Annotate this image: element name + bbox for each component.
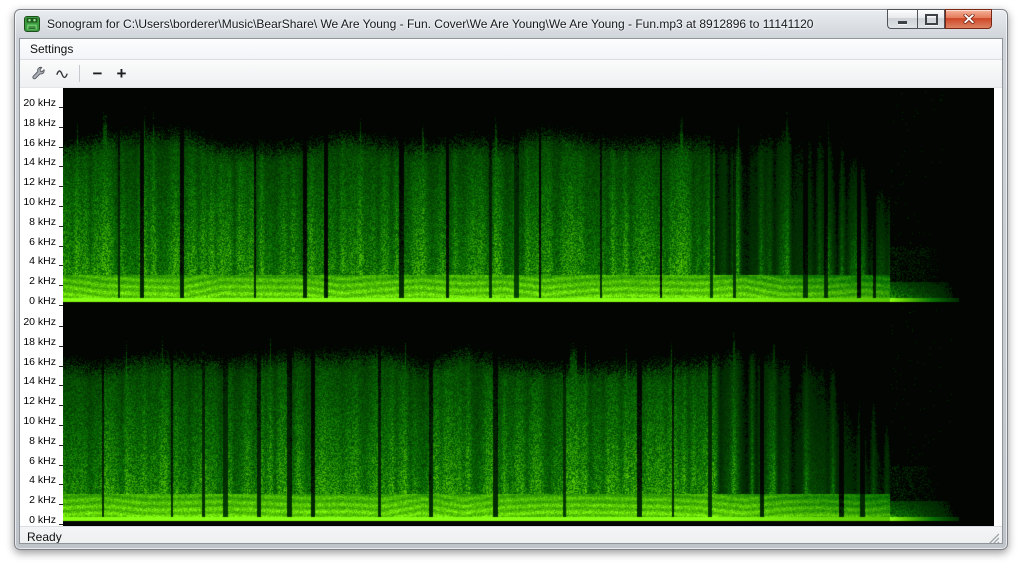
freq-tick-label: 18 kHz bbox=[23, 116, 56, 129]
app-window: Sonogram for C:\Users\borderer\Music\Bea… bbox=[14, 9, 1008, 550]
freq-tick-label: 16 kHz bbox=[23, 355, 56, 368]
status-bar: Ready bbox=[20, 526, 1002, 544]
freq-tick-label: 14 kHz bbox=[23, 375, 56, 388]
close-icon bbox=[963, 14, 974, 24]
freq-tick bbox=[59, 365, 63, 367]
maximize-button[interactable] bbox=[917, 9, 945, 29]
freq-tick-label: 12 kHz bbox=[23, 176, 56, 189]
spectrogram-canvas bbox=[63, 88, 994, 526]
wrench-icon bbox=[32, 66, 45, 80]
minimize-button[interactable] bbox=[887, 9, 917, 29]
freq-tick-label: 4 kHz bbox=[29, 255, 56, 268]
freq-tick-label: 16 kHz bbox=[23, 136, 56, 149]
freq-tick bbox=[59, 425, 63, 426]
zoom-in-button[interactable]: + bbox=[110, 63, 133, 85]
minus-icon: − bbox=[92, 64, 103, 83]
freq-tick bbox=[59, 166, 63, 168]
freq-tick bbox=[59, 285, 63, 287]
freq-tick bbox=[59, 345, 63, 347]
freq-tick bbox=[59, 484, 63, 486]
sine-wave-icon bbox=[55, 69, 68, 78]
toolbar-separator bbox=[79, 65, 80, 82]
freq-tick bbox=[59, 206, 63, 207]
freq-tick bbox=[59, 444, 63, 446]
freq-tick bbox=[59, 326, 63, 327]
freq-tick-label: 20 kHz bbox=[23, 97, 56, 109]
freq-tick-label: 12 kHz bbox=[23, 395, 56, 408]
freq-tick-label: 0 kHz bbox=[29, 514, 56, 526]
freq-tick-label: 14 kHz bbox=[23, 156, 56, 169]
close-button[interactable] bbox=[945, 9, 992, 29]
freq-tick-label: 6 kHz bbox=[29, 235, 56, 248]
minimize-icon bbox=[898, 20, 907, 24]
app-icon[interactable] bbox=[24, 16, 40, 32]
freq-tick-label: 6 kHz bbox=[29, 454, 56, 467]
settings-wrench-button[interactable] bbox=[27, 63, 50, 85]
freq-tick bbox=[59, 524, 63, 525]
freq-tick bbox=[59, 405, 63, 407]
right-margin bbox=[994, 88, 1002, 526]
freq-tick bbox=[59, 385, 63, 387]
plus-icon: + bbox=[116, 64, 127, 83]
menu-item-settings[interactable]: Settings bbox=[22, 40, 81, 58]
window-controls bbox=[887, 9, 992, 29]
resize-grip[interactable] bbox=[987, 531, 1001, 544]
freq-tick bbox=[59, 305, 63, 306]
freq-tick bbox=[59, 265, 63, 267]
freq-tick-label: 2 kHz bbox=[29, 275, 56, 288]
zoom-out-button[interactable]: − bbox=[86, 63, 109, 85]
freq-tick-label: 8 kHz bbox=[29, 434, 56, 447]
client-area: Settings − + 20 kHz 18 kHz 16 kHz 14 kHz… bbox=[19, 38, 1003, 544]
freq-tick bbox=[59, 126, 63, 128]
freq-tick bbox=[59, 146, 63, 148]
freq-tick bbox=[59, 107, 63, 108]
freq-tick bbox=[59, 186, 63, 188]
freq-tick-label: 0 kHz bbox=[29, 295, 56, 307]
maximize-icon bbox=[924, 13, 938, 25]
toolbar: − + bbox=[20, 60, 1002, 88]
freq-tick bbox=[59, 245, 63, 247]
waveform-button[interactable] bbox=[51, 63, 74, 85]
freq-tick-label: 20 kHz bbox=[23, 316, 56, 328]
menu-bar: Settings bbox=[20, 39, 1002, 60]
freq-tick bbox=[59, 464, 63, 466]
freq-tick-label: 10 kHz bbox=[23, 196, 56, 208]
freq-tick bbox=[59, 225, 63, 227]
freq-tick-label: 10 kHz bbox=[23, 415, 56, 427]
freq-tick-label: 18 kHz bbox=[23, 335, 56, 348]
frequency-axis: 20 kHz 18 kHz 16 kHz 14 kHz 12 kHz 10 kHz 8 kH… bbox=[20, 88, 63, 526]
spectrogram-panel: 20 kHz 18 kHz 16 kHz 14 kHz 12 kHz 10 kHz 8 kH… bbox=[20, 88, 1002, 526]
window-title: Sonogram for C:\Users\borderer\Music\Bea… bbox=[47, 17, 814, 31]
titlebar[interactable]: Sonogram for C:\Users\borderer\Music\Bea… bbox=[15, 9, 1007, 38]
freq-tick-label: 2 kHz bbox=[29, 494, 56, 507]
freq-tick-label: 4 kHz bbox=[29, 474, 56, 487]
freq-tick bbox=[59, 504, 63, 506]
freq-tick-label: 8 kHz bbox=[29, 215, 56, 228]
status-text: Ready bbox=[27, 529, 62, 544]
